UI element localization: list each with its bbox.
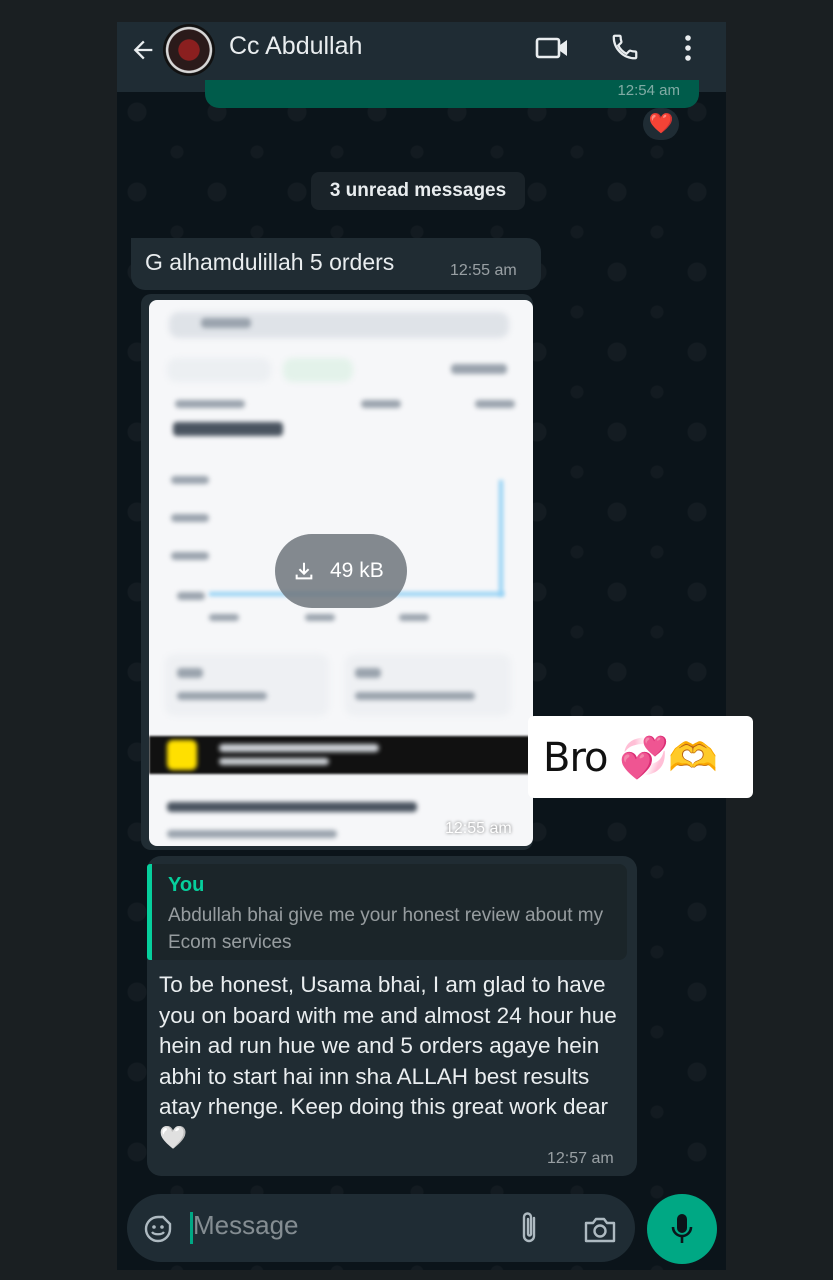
message-time: 12:54 am: [617, 82, 680, 99]
message-time: 12:57 am: [547, 1150, 614, 1167]
download-icon[interactable]: [293, 560, 315, 582]
download-size[interactable]: 49 kB: [330, 559, 384, 583]
mic-icon[interactable]: [669, 1212, 695, 1246]
unread-messages-banner: 3 unread messages: [311, 172, 525, 210]
quote-accent-bar: [147, 864, 152, 960]
emoji-sticker-icon[interactable]: [143, 1214, 173, 1244]
heart-reaction[interactable]: ❤️: [643, 108, 679, 140]
quote-text: Abdullah bhai give me your honest review…: [168, 905, 604, 953]
phone-icon[interactable]: [610, 32, 640, 62]
camera-icon[interactable]: [583, 1214, 617, 1244]
overlay-text: Bro 💞🫶: [543, 735, 718, 781]
message-text: G alhamdulillah 5 orders: [145, 249, 395, 275]
back-arrow-icon[interactable]: [129, 36, 157, 64]
message-input[interactable]: Message: [193, 1210, 299, 1241]
more-vert-icon[interactable]: [680, 32, 696, 64]
message-time: 12:55 am: [450, 262, 517, 279]
chat-screen: Cc Abdullah 12:54 am ❤️ 3 unread message…: [117, 22, 726, 1270]
avatar[interactable]: [163, 24, 215, 76]
message-text: To be honest, Usama bhai, I am glad to h…: [159, 972, 617, 1150]
message-time: 12:55 am: [445, 820, 512, 837]
quote-author: You: [168, 874, 205, 896]
contact-name[interactable]: Cc Abdullah: [229, 32, 362, 61]
attach-icon[interactable]: [517, 1210, 543, 1246]
video-call-icon[interactable]: [535, 34, 569, 62]
